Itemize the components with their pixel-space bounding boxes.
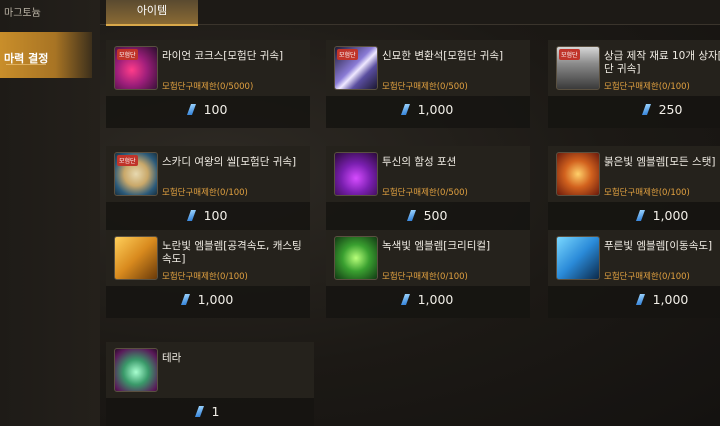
mana-crystal-icon: [406, 210, 416, 221]
item-price: 1,000: [326, 102, 530, 122]
sidebar: 마그토늄 마력 결정: [0, 0, 100, 426]
shop-item-card[interactable]: 모험단 상급 제작 재료 10개 상자[모험단 귀속] 모험단구매제한(0/10…: [548, 40, 720, 128]
shop-item-card[interactable]: 푸른빛 엠블렘[이동속도] 모험단구매제한(0/100) 1,000: [548, 230, 720, 318]
shop-item-card[interactable]: 녹색빛 엠블렘[크리티컬] 모험단구매제한(0/100) 1,000: [326, 230, 530, 318]
item-price: 100: [106, 102, 310, 122]
badge: 모험단: [117, 155, 138, 166]
shop-item-card[interactable]: 테라 1: [106, 342, 314, 426]
conversion-stone-icon: 모험단: [334, 46, 378, 90]
item-price: 1: [106, 404, 310, 424]
item-price: 100: [106, 208, 310, 228]
price-value: 1,000: [652, 292, 689, 307]
tab-bar: 아이템: [100, 0, 720, 26]
purchase-limit: 모험단구매제한(0/500): [382, 82, 468, 92]
ryan-coke-icon: 모험단: [114, 46, 158, 90]
purchase-limit: 모험단구매제한(0/5000): [162, 82, 254, 92]
mana-crystal-icon: [186, 104, 196, 115]
purchase-limit: 모험단구매제한(0/100): [604, 272, 690, 282]
divider: [6, 64, 46, 71]
item-name: 노란빛 엠블렘[공격속도, 캐스팅속도]: [162, 240, 302, 265]
material-box-icon: 모험단: [556, 46, 600, 90]
price-value: 100: [203, 102, 228, 117]
shop-item-card[interactable]: 모험단 스카디 여왕의 씰[모험단 귀속] 모험단구매제한(0/100) 100: [106, 146, 310, 234]
item-price: 500: [326, 208, 530, 228]
shop-item-card[interactable]: 노란빛 엠블렘[공격속도, 캐스팅속도] 모험단구매제한(0/100) 1,00…: [106, 230, 310, 318]
terra-icon: [114, 348, 158, 392]
skadi-seal-icon: 모험단: [114, 152, 158, 196]
purchase-limit: 모험단구매제한(0/100): [162, 188, 248, 198]
mana-crystal-icon: [186, 210, 196, 221]
mana-crystal-icon: [635, 294, 645, 305]
mana-crystal-icon: [641, 104, 651, 115]
mana-crystal-icon: [400, 104, 410, 115]
badge: 모험단: [559, 49, 580, 60]
badge: 모험단: [117, 49, 138, 60]
purchase-limit: 모험단구매제한(0/100): [604, 188, 690, 198]
item-price: 250: [548, 102, 720, 122]
item-name: 상급 제작 재료 10개 상자[모험단 귀속]: [604, 50, 720, 75]
purchase-limit: 모험단구매제한(0/500): [382, 188, 468, 198]
shop-item-card[interactable]: 붉은빛 엠블렘[모든 스탯] 모험단구매제한(0/100) 1,000: [548, 146, 720, 234]
blue-emblem-icon: [556, 236, 600, 280]
price-value: 1,000: [417, 102, 454, 117]
price-value: 1,000: [197, 292, 234, 307]
purchase-limit: 모험단구매제한(0/100): [604, 82, 690, 92]
item-name: 라이언 코크스[모험단 귀속]: [162, 50, 284, 62]
item-name: 테라: [162, 352, 182, 364]
mana-crystal-icon: [635, 210, 645, 221]
purchase-limit: 모험단구매제한(0/100): [382, 272, 468, 282]
potion-icon: [334, 152, 378, 196]
price-value: 1: [211, 404, 220, 419]
shop-item-card[interactable]: 모험단 신묘한 변환석[모험단 귀속] 모험단구매제한(0/500) 1,000: [326, 40, 530, 128]
green-emblem-icon: [334, 236, 378, 280]
price-value: 500: [423, 208, 448, 223]
price-value: 250: [658, 102, 683, 117]
tab-items[interactable]: 아이템: [106, 0, 198, 26]
item-name: 스카디 여왕의 씰[모험단 귀속]: [162, 156, 297, 168]
mana-crystal-icon: [194, 406, 204, 417]
item-name: 녹색빛 엠블렘[크리티컬]: [382, 240, 491, 252]
shop-item-card[interactable]: 모험단 라이언 코크스[모험단 귀속] 모험단구매제한(0/5000) 100: [106, 40, 310, 128]
yellow-emblem-icon: [114, 236, 158, 280]
sidebar-item-magtonium[interactable]: 마그토늄: [0, 4, 104, 20]
item-name: 푸른빛 엠블렘[이동속도]: [604, 240, 713, 252]
item-price: 1,000: [548, 208, 720, 228]
item-price: 1,000: [548, 292, 720, 312]
badge: 모험단: [337, 49, 358, 60]
item-name: 신묘한 변환석[모험단 귀속]: [382, 50, 504, 62]
mana-crystal-icon: [400, 294, 410, 305]
item-price: 1,000: [106, 292, 310, 312]
price-value: 1,000: [652, 208, 689, 223]
sidebar-item-mana-crystal[interactable]: 마력 결정: [0, 32, 92, 78]
shop-item-card[interactable]: 투신의 함성 포션 모험단구매제한(0/500) 500: [326, 146, 530, 234]
purchase-limit: 모험단구매제한(0/100): [162, 272, 248, 282]
mana-crystal-icon: [180, 294, 190, 305]
red-emblem-icon: [556, 152, 600, 196]
item-name: 붉은빛 엠블렘[모든 스탯]: [604, 156, 716, 168]
item-price: 1,000: [326, 292, 530, 312]
price-value: 100: [203, 208, 228, 223]
price-value: 1,000: [417, 292, 454, 307]
item-name: 투신의 함성 포션: [382, 156, 457, 168]
